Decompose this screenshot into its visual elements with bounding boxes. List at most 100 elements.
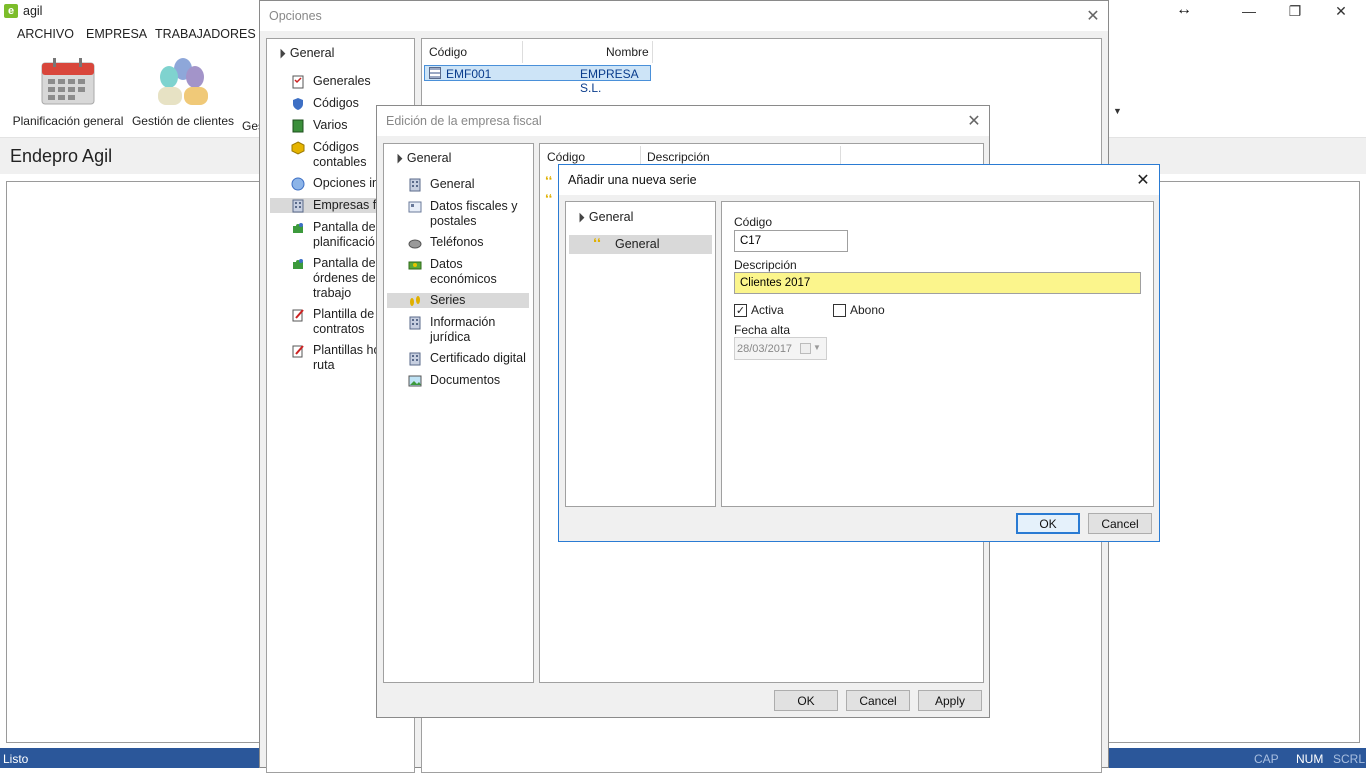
app-title: agil [23,4,43,18]
status-scrl: SCRL [1333,752,1366,766]
checkbox-checked-icon: ✓ [734,303,747,317]
activa-label: Activa [751,303,784,317]
menu-empresa[interactable]: EMPRESA [86,27,147,41]
edicion-tree-item[interactable]: General [408,177,528,192]
building-icon [408,178,422,192]
expand-icon[interactable]: ◢ [274,47,287,60]
edicion-header-codigo[interactable]: Código [547,150,585,164]
status-cap: CAP [1254,752,1279,766]
tree-item-label: Códigos contables [313,140,367,169]
menu-archivo[interactable]: ARCHIVO [17,27,74,41]
footprints-icon: ❛❛ [593,236,601,250]
nueva-serie-ok-button[interactable]: OK [1016,513,1080,534]
descripcion-field[interactable] [734,272,1141,294]
nueva-serie-close-button[interactable]: ✕ [1132,169,1154,191]
fecha-label: Fecha alta [734,323,791,337]
expand-icon[interactable]: ◢ [573,211,586,224]
edicion-header-descripcion[interactable]: Descripción [647,150,710,164]
edicion-tree-item[interactable]: Información jurídica [408,315,528,345]
puzzle-icon [291,257,305,271]
codigo-field[interactable] [734,230,848,252]
calendar-icon [800,343,811,354]
activa-checkbox[interactable]: ✓ Activa [734,303,784,317]
picture-icon [408,374,422,388]
globe-icon [291,177,305,191]
opciones-tree-root[interactable]: General [290,46,334,60]
checklist-icon [291,75,305,89]
expand-icon[interactable]: ◢ [391,152,404,165]
fecha-date-picker[interactable]: 28/03/2017 ▼ [734,337,827,360]
opciones-title: Opciones [269,9,322,23]
opciones-close-button[interactable]: ✕ [1082,5,1104,27]
fecha-value: 28/03/2017 [737,343,793,355]
restore-button[interactable]: ❐ [1272,0,1318,22]
tree-item-label: Información jurídica [430,315,496,344]
opciones-header-codigo[interactable]: Código [429,45,467,59]
tree-item-label: Datos económicos [430,257,497,286]
resize-cursor-icon: ↔ [1176,1,1192,18]
nueva-serie-cancel-button[interactable]: Cancel [1088,513,1152,534]
edicion-tree-root[interactable]: General [407,151,451,165]
edicion-tree: ◢ General General Datos fiscales y postal… [383,143,534,683]
opciones-tree-item[interactable]: Generales [291,74,411,89]
pencil-doc-icon [291,308,305,322]
edicion-tree-item[interactable]: Certificado digital [408,351,528,366]
edicion-ok-button[interactable]: OK [774,690,838,711]
column-divider [522,41,523,63]
pencil-doc-icon [291,344,305,358]
nueva-serie-title: Añadir una nueva serie [568,173,697,187]
tree-item-label: Series [430,293,466,307]
edicion-apply-button[interactable]: Apply [918,690,982,711]
footprints-icon [408,294,422,308]
abono-checkbox[interactable]: Abono [833,303,885,317]
edicion-tree-item[interactable]: Datos fiscales y postales [408,199,528,229]
tree-item-label: Plantilla de contratos [313,307,375,336]
table-row[interactable]: EMF001 EMPRESA S.L. [424,65,651,95]
puzzle-icon [291,221,305,235]
building-icon [408,316,422,330]
descripcion-label: Descripción [734,258,797,272]
edicion-tree-item[interactable]: Documentos [408,373,528,388]
tree-item-label: General [615,237,660,251]
ribbon-scroll-down-icon[interactable]: ▼ [1113,106,1122,116]
menu-trabajadores[interactable]: TRABAJADORES [155,27,256,41]
shield-icon [291,97,305,111]
chevron-down-icon: ▼ [813,343,821,352]
status-num: NUM [1296,752,1324,766]
building-icon [429,67,441,79]
tree-item-label: Opciones in [313,176,380,190]
ribbon-clientes-label: Gestión de clientes [131,114,235,128]
tree-item-label: Códigos [313,96,359,110]
tree-item-general-selected[interactable]: ❛❛ General [569,235,712,254]
table-cell-nombre: EMPRESA S.L. [580,67,639,95]
table-cell-codigo: EMF001 [446,67,492,81]
address-card-icon [408,200,422,214]
app-icon: e [4,4,18,18]
tree-item-label: Empresas fis [313,198,386,212]
ribbon-planificacion-label: Planificación general [12,114,124,128]
nueva-serie-dialog: Añadir una nueva serie ✕ ◢ General ❛❛ Ge… [558,164,1160,542]
footprints-icon: ❛❛ [545,175,553,187]
minimize-button[interactable]: — [1226,0,1272,22]
checkbox-unchecked-icon [833,303,846,317]
status-text: Listo [3,752,29,766]
ribbon-planificacion-button[interactable]: Planificación general [8,55,128,128]
edicion-title: Edición de la empresa fiscal [386,114,542,128]
calendar-icon [41,57,95,105]
edicion-close-button[interactable]: ✕ [963,110,985,132]
edicion-tree-item[interactable]: Teléfonos [408,235,528,250]
tree-item-label: Certificado digital [430,351,526,365]
ribbon-clientes-button[interactable]: Gestión de clientes [130,55,236,128]
nueva-serie-tree-root[interactable]: General [589,210,633,224]
tree-item-label: Varios [313,118,348,132]
cube-icon [291,141,305,155]
nueva-serie-tree: ◢ General ❛❛ General [565,201,716,507]
close-button[interactable]: ✕ [1318,0,1364,22]
opciones-header-nombre[interactable]: Nombre [606,45,649,59]
nueva-serie-form: Código Descripción ✓ Activa Abono Fecha … [721,201,1154,507]
book-icon [291,119,305,133]
edicion-cancel-button[interactable]: Cancel [846,690,910,711]
people-icon [153,55,213,105]
edicion-tree-item[interactable]: Datos económicos [408,257,528,287]
edicion-tree-item[interactable]: Series [387,293,529,308]
